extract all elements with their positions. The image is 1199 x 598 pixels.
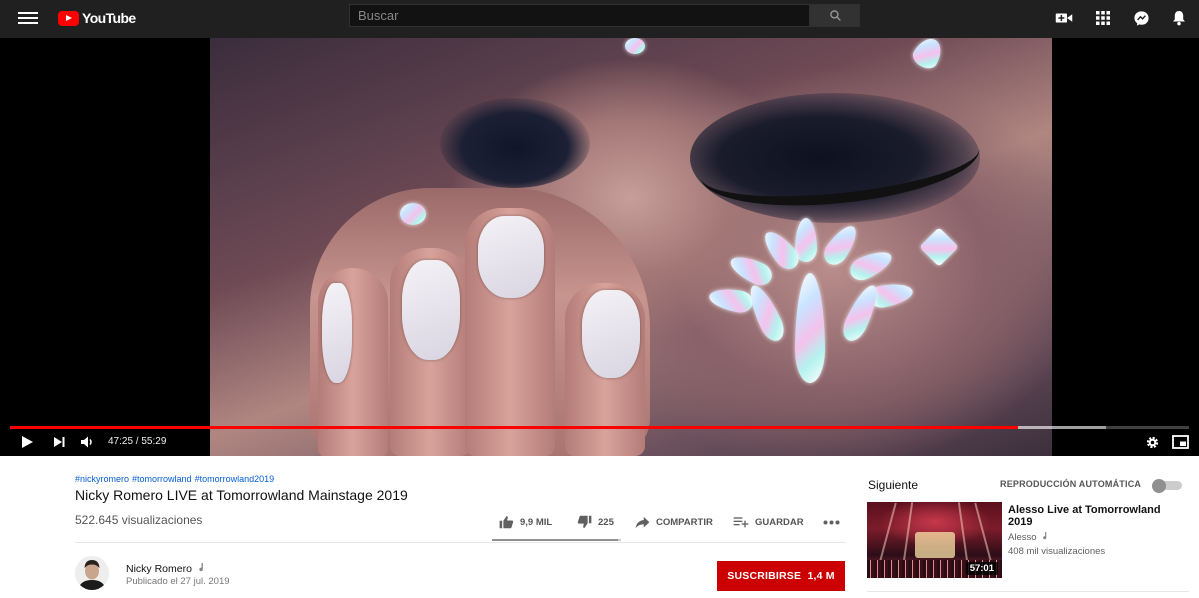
hashtag-link[interactable]: #tomorrowland bbox=[132, 474, 192, 484]
share-label: COMPARTIR bbox=[656, 516, 713, 528]
autoplay-toggle[interactable] bbox=[1152, 479, 1182, 493]
apps-button[interactable] bbox=[1093, 8, 1113, 28]
channel-name-text: Nicky Romero bbox=[126, 563, 192, 575]
thumbs-up-icon bbox=[499, 516, 514, 529]
video-content-gem bbox=[400, 203, 426, 225]
music-note-icon bbox=[199, 563, 203, 572]
view-count: 522.645 visualizaciones bbox=[75, 513, 203, 527]
hashtag-link[interactable]: #nickyromero bbox=[75, 474, 129, 484]
thumbnail-detail bbox=[879, 502, 897, 562]
volume-button[interactable] bbox=[80, 433, 95, 451]
create-video-icon bbox=[1055, 13, 1073, 23]
dislike-count: 225 bbox=[598, 516, 614, 528]
next-icon bbox=[54, 437, 65, 447]
avatar[interactable] bbox=[75, 556, 109, 590]
time-display: 47:25 / 55:29 bbox=[108, 436, 167, 447]
messages-icon bbox=[1133, 10, 1149, 26]
channel-name[interactable]: Nicky Romero bbox=[126, 563, 206, 575]
music-note-icon bbox=[1043, 532, 1047, 540]
related-channel-name: Alesso bbox=[1008, 532, 1037, 543]
video-content-nail bbox=[478, 216, 544, 298]
thumbnail-detail bbox=[974, 502, 992, 562]
thumbs-down-icon bbox=[577, 515, 592, 528]
video-content-gem bbox=[846, 245, 896, 285]
thumbnail-detail bbox=[915, 532, 955, 558]
play-button[interactable] bbox=[20, 433, 34, 451]
save-label: GUARDAR bbox=[755, 516, 804, 528]
video-duration-badge: 57:01 bbox=[965, 562, 998, 575]
menu-icon[interactable] bbox=[18, 9, 38, 29]
messages-button[interactable] bbox=[1131, 8, 1151, 28]
search-button[interactable] bbox=[810, 4, 860, 27]
sentiment-bar bbox=[492, 539, 621, 541]
hashtag-link[interactable]: #tomorrowland2019 bbox=[195, 474, 275, 484]
divider bbox=[867, 591, 1189, 592]
more-actions-button[interactable] bbox=[823, 514, 840, 530]
create-video-button[interactable] bbox=[1054, 8, 1074, 28]
share-icon bbox=[635, 516, 650, 528]
dislike-button[interactable]: 225 bbox=[577, 514, 614, 530]
next-button[interactable] bbox=[53, 433, 66, 451]
add-to-playlist-icon bbox=[733, 517, 749, 528]
miniplayer-button[interactable] bbox=[1172, 433, 1189, 451]
video-content-nail bbox=[322, 283, 352, 383]
progress-played bbox=[10, 426, 1019, 429]
related-video-channel: Alesso bbox=[1008, 532, 1049, 543]
settings-gear-icon bbox=[1146, 436, 1159, 448]
sentiment-fill bbox=[492, 539, 619, 541]
related-video-thumbnail[interactable]: 57:01 bbox=[867, 502, 1002, 578]
divider bbox=[75, 542, 846, 543]
video-content-gem bbox=[625, 38, 645, 54]
toggle-knob bbox=[1152, 479, 1166, 493]
notifications-button[interactable] bbox=[1169, 8, 1189, 28]
video-content-gem bbox=[743, 281, 789, 345]
save-button[interactable]: GUARDAR bbox=[733, 514, 804, 530]
thumbnail-detail bbox=[957, 502, 969, 562]
thumbnail-detail bbox=[902, 502, 914, 562]
search-icon bbox=[829, 10, 841, 21]
like-count: 9,9 MIL bbox=[520, 516, 553, 528]
like-button[interactable]: 9,9 MIL bbox=[499, 514, 552, 530]
video-frame[interactable] bbox=[210, 38, 1052, 456]
video-content-eye-left bbox=[440, 98, 590, 188]
notifications-bell-icon bbox=[1173, 11, 1185, 26]
apps-grid-icon bbox=[1096, 11, 1110, 25]
video-player[interactable]: 47:25 / 55:29 bbox=[0, 38, 1199, 456]
video-content-nail bbox=[582, 290, 640, 378]
search-input[interactable] bbox=[349, 4, 810, 27]
up-next-heading: Siguiente bbox=[868, 478, 919, 492]
hashtags: #nickyromero #tomorrowland #tomorrowland20… bbox=[75, 474, 277, 484]
share-button[interactable]: COMPARTIR bbox=[635, 514, 713, 530]
related-video-views: 408 mil visualizaciones bbox=[1008, 546, 1106, 557]
video-content-nail bbox=[402, 260, 460, 360]
miniplayer-icon bbox=[1172, 435, 1189, 449]
related-video-title[interactable]: Alesso Live at Tomorrowland 2019 bbox=[1008, 504, 1188, 528]
subscribe-label: SUSCRIBIRSE bbox=[727, 570, 802, 582]
video-content-gem bbox=[919, 227, 959, 267]
video-content-gem bbox=[795, 273, 825, 383]
video-title: Nicky Romero LIVE at Tomorrowland Mainst… bbox=[75, 487, 408, 503]
video-content-gem bbox=[707, 285, 755, 315]
video-content-gem bbox=[909, 38, 947, 73]
masthead: YouTube bbox=[0, 0, 1199, 38]
video-content-gem bbox=[726, 250, 776, 290]
subscribe-button[interactable]: SUSCRIBIRSE 1,4 M bbox=[717, 561, 845, 591]
youtube-logo[interactable]: YouTube bbox=[58, 8, 136, 28]
play-icon bbox=[22, 436, 33, 448]
publish-date: Publicado el 27 jul. 2019 bbox=[126, 576, 230, 587]
progress-bar[interactable] bbox=[10, 426, 1189, 429]
logo-text: YouTube bbox=[82, 10, 136, 26]
volume-icon bbox=[81, 436, 92, 448]
avatar-image bbox=[75, 556, 109, 590]
subscriber-count: 1,4 M bbox=[807, 570, 835, 582]
more-horizontal-icon bbox=[823, 520, 840, 524]
autoplay-label: REPRODUCCIÓN AUTOMÁTICA bbox=[1000, 479, 1142, 489]
settings-button[interactable] bbox=[1145, 433, 1160, 451]
youtube-logo-icon bbox=[58, 10, 79, 26]
